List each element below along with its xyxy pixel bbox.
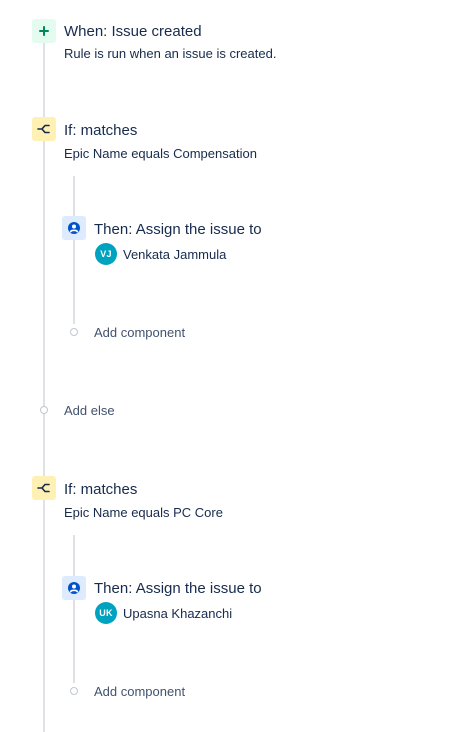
trigger-description: Rule is run when an issue is created. <box>64 46 277 61</box>
branch-icon <box>37 483 50 493</box>
assignee-name-2: Upasna Khazanchi <box>123 606 233 621</box>
trigger-icon-box[interactable] <box>32 19 56 43</box>
branch-icon <box>37 124 50 134</box>
avatar: VJ <box>95 243 117 265</box>
add-component-button-1[interactable]: Add component <box>94 325 185 341</box>
action-title-2[interactable]: Then: Assign the issue to <box>94 580 262 598</box>
add-component-dot-2 <box>70 687 78 695</box>
action-icon-box-1[interactable] <box>62 216 86 240</box>
trigger-title[interactable]: When: Issue created <box>64 23 202 41</box>
avatar: UK <box>95 602 117 624</box>
condition-description-1: Epic Name equals Compensation <box>64 146 257 161</box>
assignee-name-1: Venkata Jammula <box>123 247 227 262</box>
main-connector-line <box>43 42 45 732</box>
action-title-1[interactable]: Then: Assign the issue to <box>94 221 262 239</box>
branch-connector-line-1 <box>73 176 75 324</box>
condition-title-1[interactable]: If: matches <box>64 122 137 140</box>
action-icon-box-2[interactable] <box>62 576 86 600</box>
add-component-button-2[interactable]: Add component <box>94 684 185 700</box>
condition-icon-box-2[interactable] <box>32 476 56 500</box>
user-circle-icon <box>68 222 80 234</box>
condition-title-2[interactable]: If: matches <box>64 481 137 499</box>
condition-icon-box-1[interactable] <box>32 117 56 141</box>
add-else-button[interactable]: Add else <box>64 403 115 419</box>
user-circle-icon <box>68 582 80 594</box>
plus-icon <box>39 26 49 36</box>
branch-connector-line-2 <box>73 535 75 683</box>
add-component-dot-1 <box>70 328 78 336</box>
add-else-dot <box>40 406 48 414</box>
condition-description-2: Epic Name equals PC Core <box>64 505 223 520</box>
